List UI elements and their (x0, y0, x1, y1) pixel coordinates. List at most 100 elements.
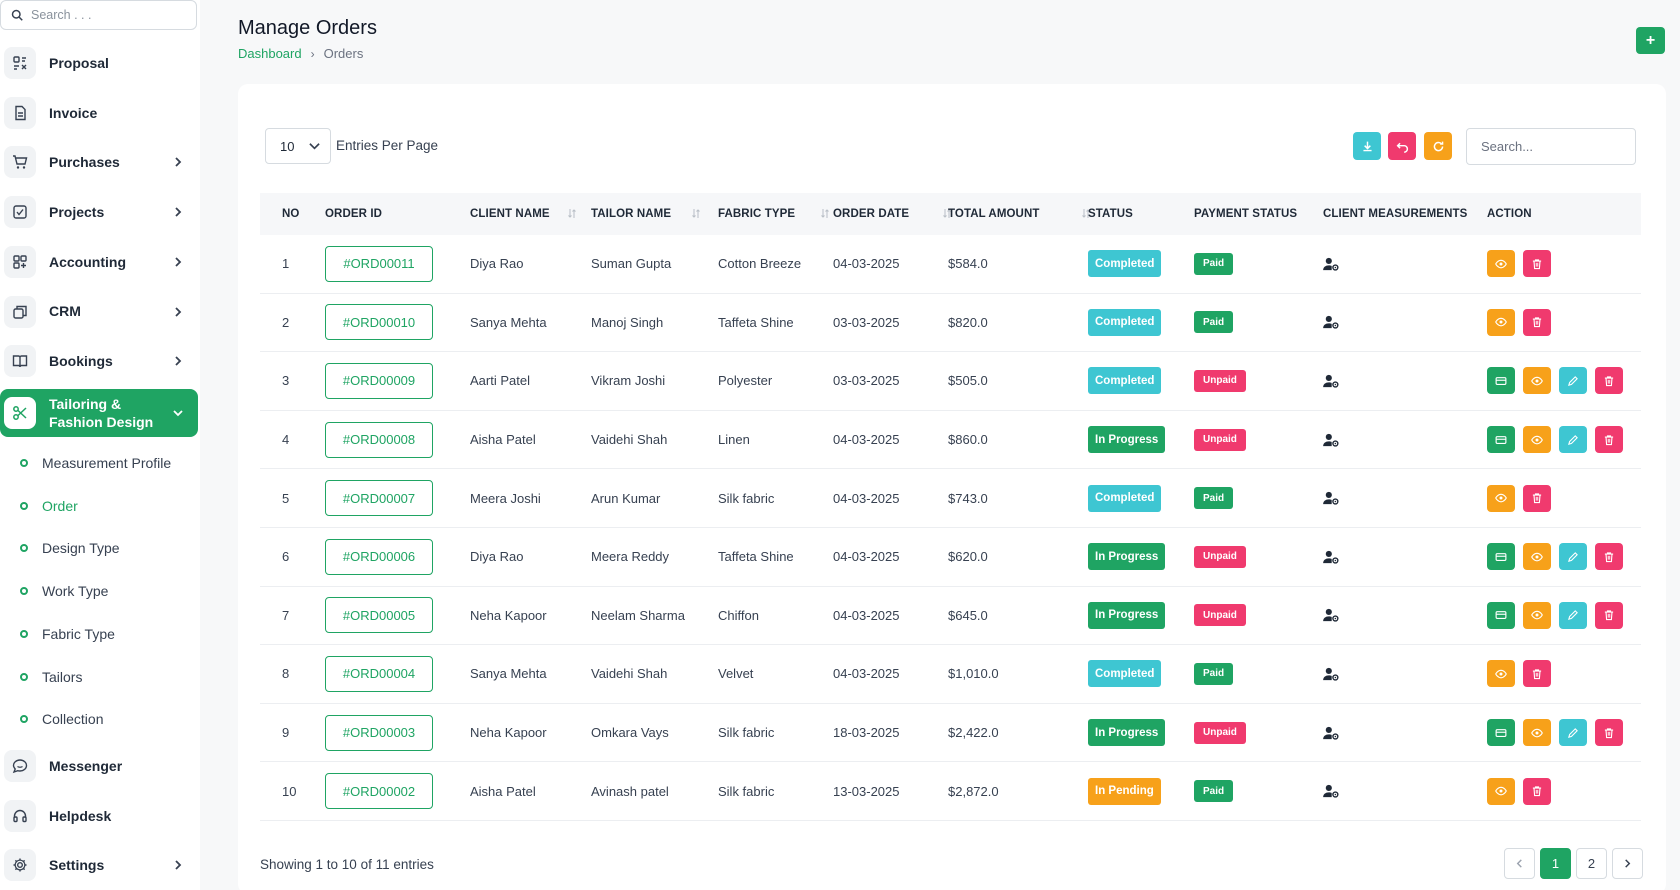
sidebar-subitem-fabric-type[interactable]: Fabric Type (20, 622, 115, 646)
order-id-link[interactable]: #ORD00010 (325, 304, 433, 341)
user-settings-icon[interactable] (1323, 257, 1339, 271)
sidebar-search-input[interactable]: Search . . . (0, 0, 197, 30)
export-button[interactable] (1353, 132, 1381, 160)
table-search-input[interactable] (1466, 128, 1636, 165)
view-button[interactable] (1487, 308, 1515, 336)
order-id-link[interactable]: #ORD00008 (325, 421, 433, 458)
delete-button[interactable] (1595, 601, 1623, 629)
view-button[interactable] (1487, 484, 1515, 512)
column-header-fabric-type[interactable]: FABRIC TYPE (718, 193, 795, 235)
refresh-button[interactable] (1424, 132, 1452, 160)
add-order-button[interactable]: + (1636, 27, 1665, 54)
sidebar-item-accounting[interactable]: Accounting (0, 239, 198, 285)
entries-per-page-select[interactable]: 10 (265, 128, 331, 164)
sidebar-item-proposal[interactable]: Proposal (0, 40, 198, 86)
sidebar-icon-box (4, 750, 36, 782)
sidebar-subitem-collection[interactable]: Collection (20, 707, 103, 731)
checkbox-icon (13, 205, 27, 219)
sidebar-item-purchases[interactable]: Purchases (0, 139, 198, 185)
cell-no: 5 (282, 490, 290, 506)
sidebar-item-projects[interactable]: Projects (0, 189, 198, 235)
payment-button[interactable] (1487, 719, 1515, 747)
sidebar-item-helpdesk[interactable]: Helpdesk (0, 793, 198, 839)
column-header-client-name[interactable]: CLIENT NAME (470, 193, 550, 235)
sidebar-icon-box (4, 245, 36, 278)
order-id-link[interactable]: #ORD00009 (325, 362, 433, 399)
column-header-order-date[interactable]: ORDER DATE (833, 193, 909, 235)
user-settings-icon[interactable] (1323, 608, 1339, 623)
sidebar-item-messenger[interactable]: Messenger (0, 743, 198, 789)
sidebar-subitem-design-type[interactable]: Design Type (20, 536, 120, 560)
sidebar-item-tailoring-fashion-design[interactable]: Tailoring & Fashion Design (0, 389, 198, 437)
delete-button[interactable] (1595, 367, 1623, 395)
order-id-link[interactable]: #ORD00007 (325, 480, 433, 517)
edit-button[interactable] (1559, 601, 1587, 629)
view-button[interactable] (1523, 367, 1551, 395)
sidebar-item-bookings[interactable]: Bookings (0, 338, 198, 384)
payment-button[interactable] (1487, 426, 1515, 454)
cell-total-amount: $2,422.0 (948, 725, 999, 741)
edit-button[interactable] (1559, 719, 1587, 747)
view-button[interactable] (1487, 250, 1515, 278)
edit-button[interactable] (1559, 543, 1587, 571)
user-settings-icon[interactable] (1323, 550, 1339, 564)
delete-button[interactable] (1523, 777, 1551, 805)
sidebar-subitem-work-type[interactable]: Work Type (20, 579, 108, 603)
column-header-total-amount[interactable]: TOTAL AMOUNT (948, 193, 1040, 235)
payment-button[interactable] (1487, 367, 1515, 395)
prev-page-button[interactable] (1504, 848, 1535, 879)
cell-actions (1487, 528, 1631, 586)
trash-icon (1604, 727, 1614, 738)
edit-button[interactable] (1559, 367, 1587, 395)
user-settings-icon[interactable] (1323, 374, 1339, 388)
payment-badge: Unpaid (1194, 604, 1246, 627)
cell-no: 4 (282, 432, 290, 448)
order-id-link[interactable]: #ORD00003 (325, 714, 433, 751)
view-button[interactable] (1487, 777, 1515, 805)
payment-button[interactable] (1487, 543, 1515, 571)
order-id-link[interactable]: #ORD00005 (325, 597, 433, 634)
sidebar-item-invoice[interactable]: Invoice (0, 90, 198, 136)
undo-button[interactable] (1388, 132, 1416, 160)
edit-button[interactable] (1559, 426, 1587, 454)
user-settings-icon[interactable] (1323, 667, 1339, 681)
payment-button[interactable] (1487, 601, 1515, 629)
view-button[interactable] (1487, 660, 1515, 688)
user-settings-icon[interactable] (1323, 315, 1339, 330)
sidebar-item-settings[interactable]: Settings (0, 842, 198, 888)
table-row: 3 #ORD00009 Aarti Patel Vikram Joshi Pol… (260, 352, 1641, 411)
delete-button[interactable] (1523, 308, 1551, 336)
user-settings-icon[interactable] (1323, 433, 1339, 447)
order-id-link[interactable]: #ORD00006 (325, 538, 433, 575)
trash-icon (1532, 669, 1542, 680)
view-button[interactable] (1523, 601, 1551, 629)
view-button[interactable] (1523, 543, 1551, 571)
delete-button[interactable] (1595, 719, 1623, 747)
user-settings-icon[interactable] (1323, 784, 1339, 798)
delete-button[interactable] (1595, 426, 1623, 454)
order-id-link[interactable]: #ORD00002 (325, 773, 433, 810)
cell-order-id: #ORD00011 (325, 235, 433, 293)
column-header-payment-status: PAYMENT STATUS (1194, 208, 1298, 220)
next-page-button[interactable] (1612, 848, 1643, 879)
column-header-tailor-name[interactable]: TAILOR NAME (591, 193, 671, 235)
eye-icon (1495, 259, 1507, 269)
order-id-link[interactable]: #ORD00011 (325, 245, 433, 282)
payment-badge: Unpaid (1194, 721, 1246, 744)
page-2-button[interactable]: 2 (1576, 848, 1607, 879)
sidebar-subitem-tailors[interactable]: Tailors (20, 665, 82, 689)
user-settings-icon[interactable] (1323, 726, 1339, 740)
breadcrumb-dashboard-link[interactable]: Dashboard (238, 46, 302, 61)
order-id-link[interactable]: #ORD00004 (325, 655, 433, 692)
view-button[interactable] (1523, 426, 1551, 454)
sidebar-subitem-measurement-profile[interactable]: Measurement Profile (20, 451, 171, 475)
sidebar-item-crm[interactable]: CRM (0, 289, 198, 335)
page-1-button[interactable]: 1 (1540, 848, 1571, 879)
user-settings-icon[interactable] (1323, 491, 1339, 505)
delete-button[interactable] (1523, 250, 1551, 278)
delete-button[interactable] (1595, 543, 1623, 571)
delete-button[interactable] (1523, 660, 1551, 688)
view-button[interactable] (1523, 719, 1551, 747)
sidebar-subitem-order[interactable]: Order (20, 494, 78, 518)
delete-button[interactable] (1523, 484, 1551, 512)
